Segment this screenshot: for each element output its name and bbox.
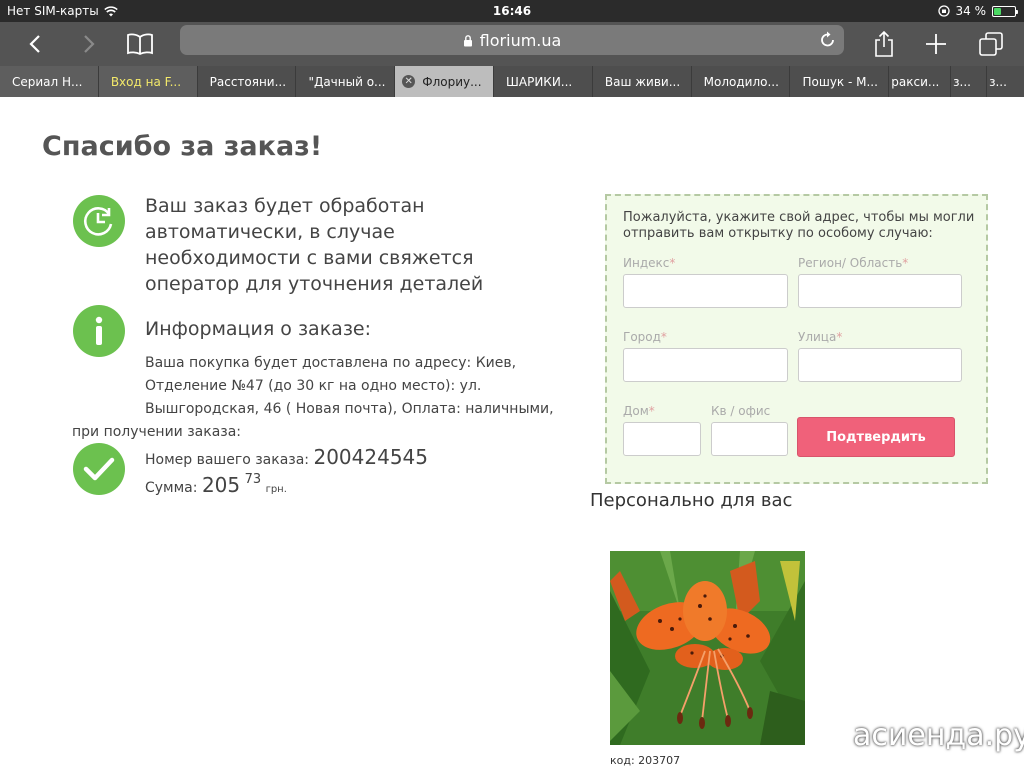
browser-tab[interactable]: Ваш живи... bbox=[593, 66, 692, 97]
browser-tab[interactable]: Сериал Н... bbox=[0, 66, 99, 97]
sum-main: 205 bbox=[201, 473, 241, 497]
close-tab-icon[interactable]: ✕ bbox=[402, 75, 416, 88]
sum-label: Сумма: bbox=[145, 480, 198, 496]
bookmarks-button[interactable] bbox=[124, 22, 156, 66]
sum-currency: грн. bbox=[265, 484, 287, 495]
browser-tab-active[interactable]: ✕ Флориу... bbox=[395, 66, 495, 97]
house-label: Дом* bbox=[623, 404, 655, 418]
orientation-lock-icon bbox=[937, 5, 950, 17]
tabs-overview-button[interactable] bbox=[976, 22, 1006, 66]
index-input[interactable] bbox=[623, 274, 788, 308]
sum-row: Сумма: 205 73 грн. bbox=[145, 472, 287, 501]
reload-button[interactable] bbox=[820, 30, 836, 52]
tab-label: Молодило... bbox=[703, 74, 779, 89]
info-heading: Информация о заказе: bbox=[145, 318, 372, 340]
processing-line: оператор для уточнения деталей bbox=[145, 273, 484, 295]
share-button[interactable] bbox=[870, 22, 898, 66]
checkmark-icon bbox=[73, 443, 125, 495]
tab-label: Ваш живи... bbox=[604, 74, 681, 89]
tab-label: з... bbox=[953, 74, 971, 89]
lock-icon bbox=[463, 34, 472, 46]
processing-line: Ваш заказ будет обработан bbox=[145, 195, 425, 217]
tab-label: Расстояни... bbox=[209, 74, 287, 89]
chevron-left-icon bbox=[29, 35, 40, 53]
order-number: 200424545 bbox=[313, 445, 429, 469]
browser-tab[interactable]: Молодило... bbox=[692, 66, 791, 97]
sum-cents: 73 bbox=[244, 472, 262, 487]
delivery-line: при получении заказа: bbox=[72, 424, 242, 440]
tab-label: Вход на F... bbox=[110, 74, 182, 89]
browser-tab[interactable]: Расстояни... bbox=[198, 66, 297, 97]
book-icon bbox=[127, 33, 153, 55]
browser-toolbar: florium.ua bbox=[0, 22, 1024, 66]
form-note: Пожалуйста, укажите свой адрес, чтобы мы… bbox=[623, 210, 975, 241]
region-input[interactable] bbox=[798, 274, 962, 308]
house-input[interactable] bbox=[623, 422, 701, 456]
product-code: код: 203707 bbox=[610, 754, 681, 767]
watermark-text: асиенда.ру bbox=[853, 717, 1024, 753]
region-label: Регион/ Область* bbox=[798, 256, 909, 270]
browser-tab[interactable]: з... bbox=[951, 66, 988, 97]
address-bar[interactable]: florium.ua bbox=[180, 25, 844, 55]
battery-percent: 34 % bbox=[955, 4, 987, 18]
plus-icon bbox=[926, 34, 946, 54]
processing-note: Ваш заказ будет обработан автоматически,… bbox=[145, 193, 483, 297]
page-title: Спасибо за заказ! bbox=[42, 131, 323, 162]
processing-line: необходимости с вами свяжется bbox=[145, 247, 474, 269]
browser-tab[interactable]: з... bbox=[987, 66, 1024, 97]
street-label: Улица* bbox=[798, 330, 843, 344]
order-number-label: Номер вашего заказа: bbox=[145, 452, 310, 468]
delivery-line: Отделение №47 (до 30 кг на одно место): … bbox=[145, 378, 482, 394]
new-tab-button[interactable] bbox=[922, 22, 950, 66]
browser-tab[interactable]: Вход на F... bbox=[98, 66, 198, 97]
delivery-line: Вышгородская, 46 ( Новая почта), Оплата:… bbox=[145, 401, 554, 417]
address-form: Пожалуйста, укажите свой адрес, чтобы мы… bbox=[605, 194, 988, 484]
browser-tab[interactable]: ШАРИКИ... bbox=[494, 66, 593, 97]
tab-label: з... bbox=[989, 74, 1007, 89]
status-right: 34 % bbox=[937, 4, 1018, 18]
city-input[interactable] bbox=[623, 348, 788, 382]
watermark-logo-icon bbox=[830, 712, 846, 756]
tab-label: Сериал Н... bbox=[12, 74, 83, 89]
tab-label: ШАРИКИ... bbox=[506, 74, 573, 89]
tabs-icon bbox=[979, 32, 1003, 56]
url-text: florium.ua bbox=[479, 30, 562, 50]
apt-label: Кв / офис bbox=[711, 404, 771, 418]
back-button[interactable] bbox=[22, 22, 48, 66]
index-label: Индекс* bbox=[623, 256, 676, 270]
tab-strip: Сериал Н... Вход на F... Расстояни... "Д… bbox=[0, 66, 1024, 97]
tab-label: ракси... bbox=[891, 74, 940, 89]
watermark: асиенда.ру bbox=[825, 712, 1024, 758]
battery-icon bbox=[992, 5, 1018, 17]
delivery-line: Ваша покупка будет доставлена по адресу:… bbox=[145, 355, 517, 371]
city-label: Город* bbox=[623, 330, 667, 344]
browser-tab[interactable]: Пошук - М... bbox=[790, 66, 890, 97]
share-icon bbox=[875, 30, 893, 57]
chevron-right-icon bbox=[84, 35, 95, 53]
tab-label: Флориу... bbox=[422, 74, 482, 89]
product-image[interactable] bbox=[610, 551, 805, 745]
processing-line: автоматически, в случае bbox=[145, 221, 395, 243]
tab-label: "Дачный о... bbox=[308, 74, 386, 89]
browser-tab[interactable]: ракси... bbox=[889, 66, 952, 97]
order-number-row: Номер вашего заказа: 200424545 bbox=[145, 446, 428, 472]
browser-tab[interactable]: "Дачный о... bbox=[296, 66, 396, 97]
recommend-heading: Персонально для вас bbox=[590, 490, 793, 511]
street-input[interactable] bbox=[798, 348, 962, 382]
info-icon bbox=[73, 305, 125, 357]
apt-input[interactable] bbox=[711, 422, 788, 456]
tab-label: Пошук - М... bbox=[802, 74, 878, 89]
forward-button[interactable] bbox=[76, 22, 102, 66]
confirm-button[interactable]: Подтвердить bbox=[797, 417, 955, 457]
status-bar: Нет SIM-карты 16:46 34 % bbox=[0, 0, 1024, 22]
reload-icon bbox=[821, 31, 834, 47]
clock: 16:46 bbox=[492, 4, 532, 18]
clock-icon bbox=[73, 195, 125, 247]
